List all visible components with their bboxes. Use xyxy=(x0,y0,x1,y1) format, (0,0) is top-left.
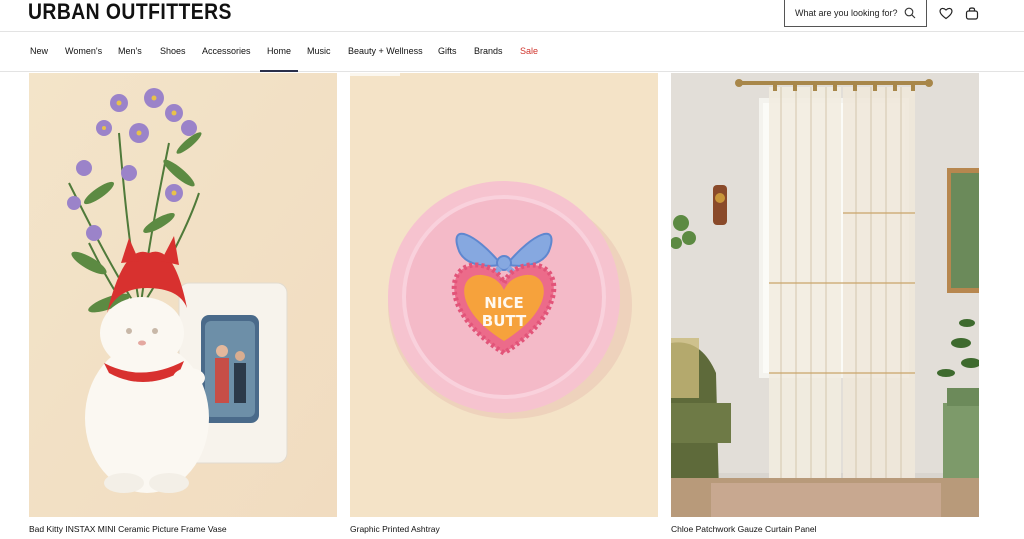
nav-item-mens[interactable]: Men's xyxy=(118,32,142,72)
product-image-curtain[interactable] xyxy=(671,73,979,517)
product-name[interactable]: Bad Kitty INSTAX MINI Ceramic Picture Fr… xyxy=(29,524,227,534)
nav-item-music[interactable]: Music xyxy=(307,32,331,72)
product-image-kitty-vase[interactable] xyxy=(29,73,337,517)
nav-item-womens[interactable]: Women's xyxy=(65,32,102,72)
nav-item-gifts[interactable]: Gifts xyxy=(438,32,457,72)
product-name[interactable]: Graphic Printed Ashtray xyxy=(350,524,440,534)
heart-icon[interactable] xyxy=(938,5,954,21)
nav-item-shoes[interactable]: Shoes xyxy=(160,32,186,72)
nav-item-brands[interactable]: Brands xyxy=(474,32,503,72)
product-card[interactable]: NICE BUTT Graphic Printed Ashtray xyxy=(350,73,658,534)
main-nav: New Women's Men's Shoes Accessories Home… xyxy=(0,32,1024,72)
product-card[interactable]: Bad Kitty INSTAX MINI Ceramic Picture Fr… xyxy=(29,73,337,534)
svg-text:NICE: NICE xyxy=(484,294,523,312)
product-name[interactable]: Chloe Patchwork Gauze Curtain Panel xyxy=(671,524,817,534)
brand-logo[interactable]: URBAN OUTFITTERS xyxy=(28,0,232,25)
nav-item-beauty-wellness[interactable]: Beauty + Wellness xyxy=(348,32,423,72)
nav-item-new[interactable]: New xyxy=(30,32,48,72)
search-box[interactable] xyxy=(784,0,927,27)
nav-item-sale[interactable]: Sale xyxy=(520,32,538,72)
bag-icon[interactable] xyxy=(964,5,980,21)
top-bar: URBAN OUTFITTERS xyxy=(0,0,1024,32)
nav-item-home[interactable]: Home xyxy=(260,32,299,72)
product-card[interactable]: Chloe Patchwork Gauze Curtain Panel xyxy=(671,73,979,534)
product-image-ashtray[interactable]: NICE BUTT xyxy=(350,73,658,517)
svg-text:BUTT: BUTT xyxy=(482,312,527,330)
search-input[interactable] xyxy=(795,7,903,18)
nav-item-accessories[interactable]: Accessories xyxy=(202,32,251,72)
search-icon[interactable] xyxy=(904,6,916,24)
